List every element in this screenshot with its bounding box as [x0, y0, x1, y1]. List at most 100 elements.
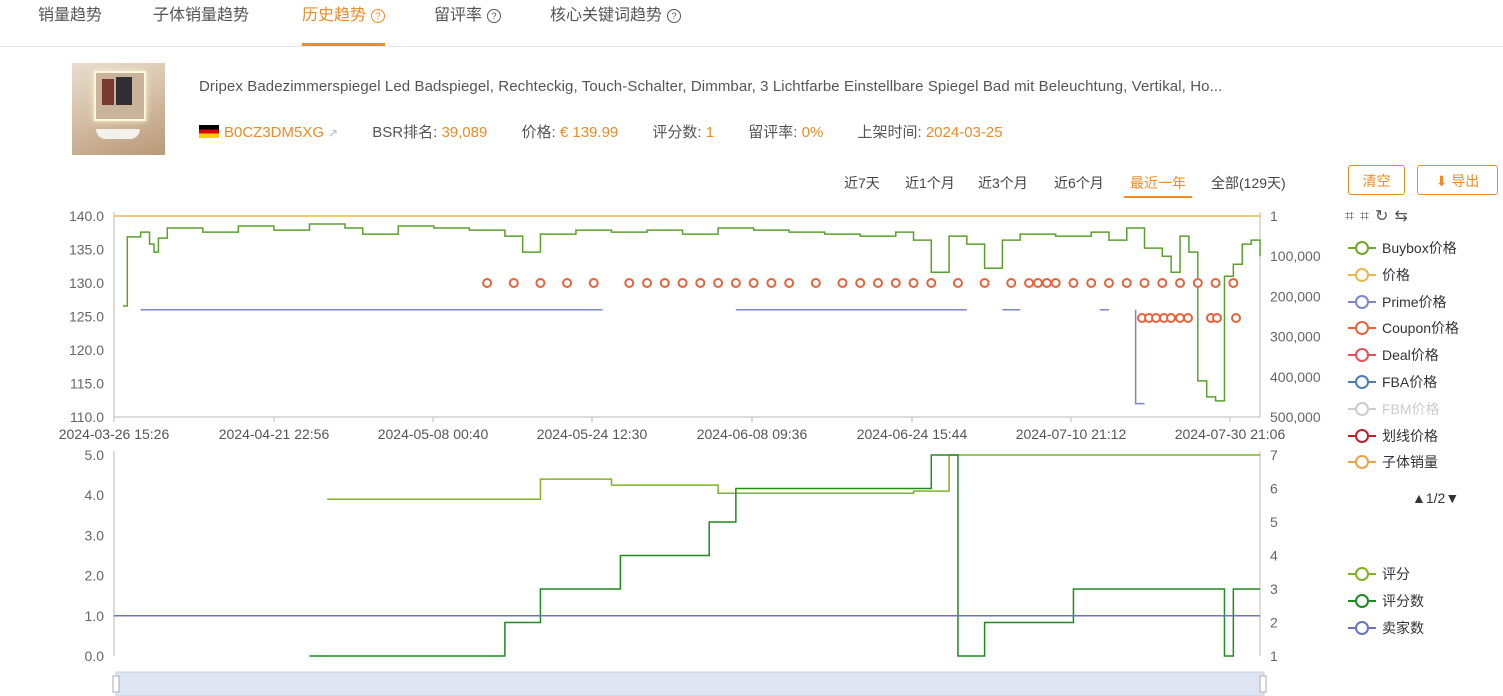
- history-chart[interactable]: 140.0135.0130.0125.0120.0115.0110.01100,…: [0, 0, 1503, 696]
- range-1y[interactable]: 最近一年: [1124, 173, 1192, 198]
- switch-icon[interactable]: ⇆: [1394, 208, 1413, 225]
- y-tick-label: 140.0: [69, 208, 104, 224]
- zoom-handle-left: [112, 675, 120, 693]
- coupon-point: [1192, 278, 1203, 288]
- price-value: € 139.99: [559, 124, 619, 141]
- germany-flag-icon: [199, 125, 219, 138]
- range-6m[interactable]: 近6个月: [1054, 173, 1104, 193]
- coupon-point: [588, 278, 599, 288]
- coupon-point: [1086, 278, 1097, 288]
- y-right-tick-label: 4: [1270, 548, 1278, 564]
- y-right-tick-label: 100,000: [1270, 248, 1321, 264]
- y-right-tick-label: 3: [1270, 581, 1278, 597]
- legend-item[interactable]: Buybox价格: [1348, 238, 1457, 258]
- legend-item[interactable]: Coupon价格: [1348, 318, 1459, 338]
- y-right-tick-label: 5: [1270, 514, 1278, 530]
- y-right-tick-label: 6: [1270, 481, 1278, 497]
- legend-label: 卖家数: [1382, 619, 1424, 636]
- legend-pager[interactable]: ▲1/2▼: [1412, 490, 1459, 506]
- coupon-point: [1210, 278, 1221, 288]
- legend-marker-icon: [1348, 321, 1376, 336]
- tab-child-sales-trend[interactable]: 子体销量趋势: [153, 6, 249, 44]
- product-meta: B0CZ3DM5XG ↗ BSR排名: 39,089 价格: € 139.99 评…: [199, 121, 1003, 142]
- range-3m[interactable]: 近3个月: [978, 173, 1028, 193]
- range-all[interactable]: 全部(129天): [1211, 173, 1286, 193]
- coupon-point: [1050, 278, 1061, 288]
- help-icon[interactable]: ?: [667, 9, 682, 23]
- coupon-point: [766, 278, 777, 288]
- y-tick-label: 5.0: [85, 447, 105, 463]
- legend-item[interactable]: Deal价格: [1348, 345, 1439, 365]
- y-right-tick-label: 400,000: [1270, 369, 1321, 385]
- coupon-point: [1183, 313, 1193, 323]
- legend-item[interactable]: 子体销量: [1348, 452, 1438, 472]
- review-rate-label: 留评率:: [748, 124, 798, 141]
- bsr-value: 39,089: [441, 124, 488, 141]
- legend-item[interactable]: 评分数: [1348, 591, 1424, 611]
- bsr-label: BSR排名:: [372, 124, 438, 141]
- legend-label: FBM价格: [1382, 400, 1440, 417]
- coupon-point: [659, 278, 670, 288]
- help-icon[interactable]: ?: [487, 9, 502, 23]
- coupon-point: [1137, 313, 1147, 323]
- legend-marker-icon: [1348, 620, 1376, 635]
- coupon-point: [677, 278, 688, 288]
- legend-item[interactable]: FBA价格: [1348, 372, 1437, 392]
- coupon-point: [713, 278, 724, 288]
- legend-item[interactable]: 划线价格: [1348, 426, 1438, 446]
- range-1m[interactable]: 近1个月: [905, 173, 955, 193]
- tab-review-rate[interactable]: 留评率?: [434, 6, 502, 44]
- product-thumbnail[interactable]: [72, 63, 165, 155]
- x-tick-label: 2024-04-21 22:56: [219, 426, 330, 442]
- coupon-point: [695, 278, 706, 288]
- legend-label: 评分数: [1382, 592, 1424, 609]
- y-tick-label: 125.0: [69, 309, 104, 325]
- legend-item[interactable]: 卖家数: [1348, 618, 1424, 638]
- zoom-reset-icon[interactable]: ⌗: [1360, 208, 1375, 225]
- coupon-point: [1032, 278, 1043, 288]
- tab-history-trend[interactable]: 历史趋势?: [302, 6, 386, 46]
- legend-item[interactable]: 评分: [1348, 564, 1410, 584]
- listed-label: 上架时间:: [857, 124, 922, 141]
- coupon-point: [1212, 313, 1222, 323]
- product-title[interactable]: Dripex Badezimmerspiegel Led Badspiegel,…: [199, 78, 1222, 95]
- restore-icon[interactable]: ↻: [1375, 208, 1394, 225]
- coupon-point: [1175, 313, 1185, 323]
- legend-marker-icon: [1348, 428, 1376, 443]
- zoom-slider-track: [115, 671, 1265, 696]
- legend-label: Prime价格: [1382, 293, 1447, 310]
- coupon-point: [1006, 278, 1017, 288]
- zoom-icon[interactable]: ⌗: [1345, 208, 1360, 225]
- export-button[interactable]: ⬇ 导出: [1417, 165, 1498, 195]
- x-tick-label: 2024-06-08 09:36: [697, 426, 808, 442]
- coupon-point: [1231, 313, 1241, 323]
- y-right-tick-label: 1: [1270, 208, 1278, 224]
- legend-label: Buybox价格: [1382, 240, 1457, 256]
- rating-count-value: 1: [705, 124, 715, 141]
- rating-count-label: 评分数:: [652, 124, 702, 141]
- coupon-point: [535, 278, 546, 288]
- asin-link[interactable]: B0CZ3DM5XG: [224, 124, 324, 141]
- y-right-tick-label: 1: [1270, 648, 1278, 664]
- coupon-point: [1206, 313, 1216, 323]
- help-icon[interactable]: ?: [371, 9, 386, 23]
- listed-value: 2024-03-25: [925, 124, 1003, 141]
- legend-item[interactable]: Prime价格: [1348, 292, 1447, 312]
- y-tick-label: 2.0: [85, 568, 105, 584]
- legend-label: Coupon价格: [1382, 320, 1460, 337]
- external-link-icon[interactable]: ↗: [328, 126, 338, 140]
- coupon-point: [890, 278, 901, 288]
- x-tick-label: 2024-07-10 21:12: [1016, 426, 1127, 442]
- legend-marker-icon: [1348, 294, 1376, 309]
- clear-button[interactable]: 清空: [1348, 165, 1405, 195]
- coupon-point: [908, 278, 919, 288]
- legend-item[interactable]: FBM价格: [1348, 399, 1440, 419]
- y-tick-label: 0.0: [85, 648, 105, 664]
- tab-sales-trend[interactable]: 销量趋势: [38, 6, 102, 44]
- legend-item[interactable]: 价格: [1348, 265, 1410, 285]
- y-tick-label: 1.0: [85, 608, 105, 624]
- coupon-point: [1157, 278, 1168, 288]
- tab-keyword-trend[interactable]: 核心关键词趋势?: [550, 6, 682, 44]
- legend-marker-icon: [1348, 455, 1376, 470]
- range-7d[interactable]: 近7天: [844, 173, 880, 193]
